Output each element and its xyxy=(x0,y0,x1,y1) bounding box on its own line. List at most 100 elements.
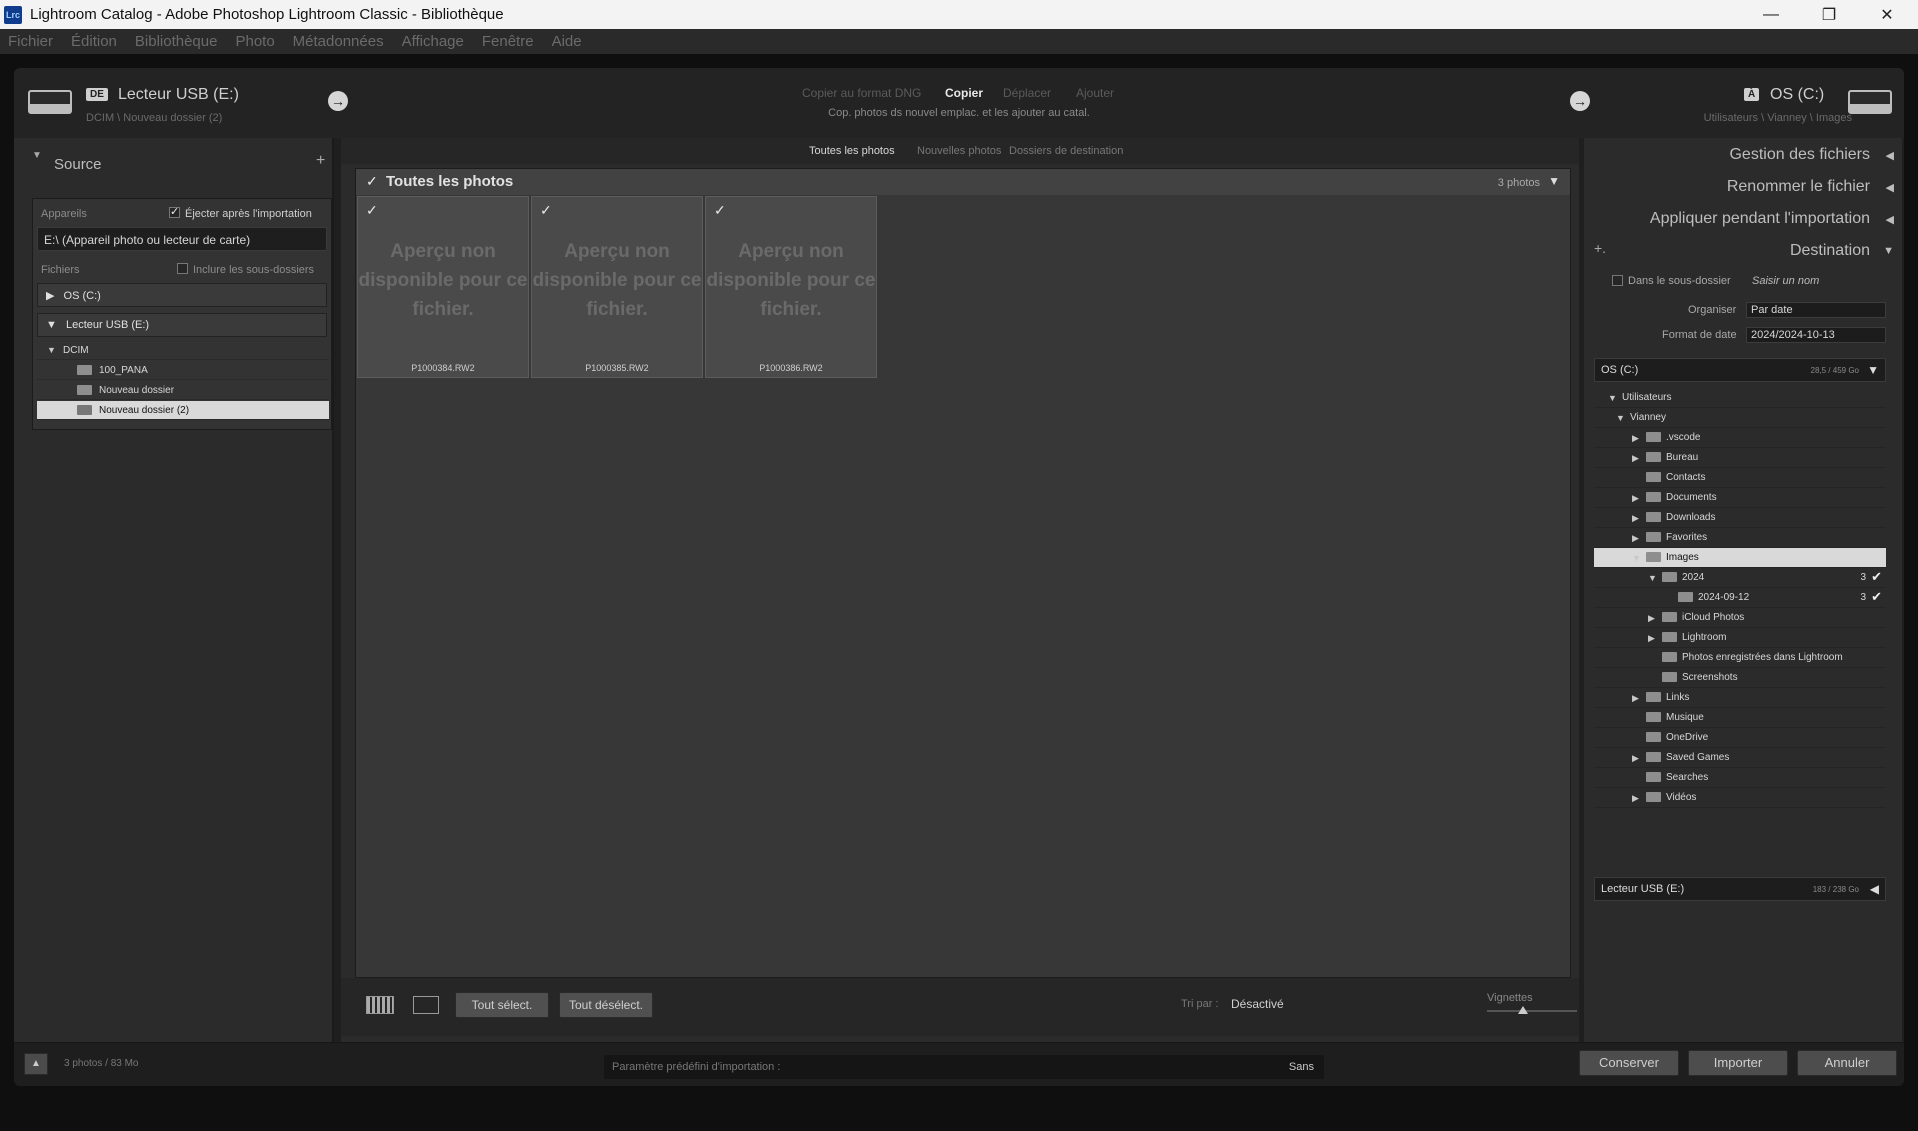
mode-add[interactable]: Ajouter xyxy=(1076,86,1114,100)
tab-new-photos[interactable]: Nouvelles photos xyxy=(917,145,1001,157)
folder-nouveau-dossier[interactable]: Nouveau dossier xyxy=(37,381,329,400)
thumbnail-slider[interactable] xyxy=(1487,1010,1577,1012)
menu-bibliotheque[interactable]: Bibliothèque xyxy=(135,33,218,50)
collapse-triangle-icon[interactable]: ▼ xyxy=(32,150,42,161)
expand-triangle-icon[interactable]: ▶ xyxy=(1648,633,1655,644)
add-folder-icon[interactable]: +. xyxy=(1594,240,1606,256)
restore-icon[interactable]: ❐ xyxy=(1800,0,1858,29)
menu-affichage[interactable]: Affichage xyxy=(402,33,464,50)
minimize-icon[interactable]: — xyxy=(1742,0,1800,29)
volume-usb-e[interactable]: ▼ Lecteur USB (E:) xyxy=(37,313,327,337)
expand-triangle-icon[interactable]: ▶ xyxy=(1632,753,1639,764)
expand-left-triangle-icon[interactable]: ◀ xyxy=(1886,149,1894,162)
dest-folder-row[interactable]: Photos enregistrées dans Lightroom xyxy=(1594,648,1886,668)
collapse-triangle-icon[interactable]: ▼ xyxy=(1632,553,1641,563)
subfolders-checkbox[interactable] xyxy=(177,263,188,274)
expand-left-triangle-icon[interactable]: ◀ xyxy=(1886,213,1894,226)
dest-folder-row[interactable]: ▼ Images xyxy=(1594,548,1886,568)
deselect-all-button[interactable]: Tout désélect. xyxy=(559,992,653,1018)
close-icon[interactable]: ✕ xyxy=(1858,0,1916,29)
eject-checkbox[interactable]: ✓ xyxy=(169,207,180,218)
volume-os-c[interactable]: ▶ OS (C:) xyxy=(37,283,327,307)
tab-all-photos[interactable]: Toutes les photos xyxy=(809,145,895,157)
select-all-checkbox[interactable]: ✓ xyxy=(366,173,378,190)
expand-triangle-icon[interactable]: ▶ xyxy=(1632,513,1639,524)
dest-folder-row[interactable]: ▶ Bureau xyxy=(1594,448,1886,468)
expand-triangle-icon[interactable]: ▶ xyxy=(1632,453,1639,464)
collapse-triangle-icon[interactable]: ▼ xyxy=(1616,413,1625,423)
folder-nouveau-dossier-2[interactable]: Nouveau dossier (2) xyxy=(37,401,329,420)
source-drive-select[interactable]: Lecteur USB (E:) xyxy=(118,86,239,104)
cancel-button[interactable]: Annuler xyxy=(1797,1050,1897,1076)
dest-folder-row[interactable]: Musique xyxy=(1594,708,1886,728)
expand-left-triangle-icon[interactable]: ◀ xyxy=(1886,181,1894,194)
file-handling-header[interactable]: Gestion des fichiers xyxy=(1729,146,1870,164)
dest-folder-row[interactable]: ▶ Vidéos xyxy=(1594,788,1886,808)
dest-folder-row[interactable]: ▶ Documents xyxy=(1594,488,1886,508)
dest-volume-os-c[interactable]: OS (C:) 28,5 / 459 Go ▼ xyxy=(1594,358,1886,382)
dest-folder-row[interactable]: ▶ Downloads xyxy=(1594,508,1886,528)
keep-button[interactable]: Conserver xyxy=(1579,1050,1679,1076)
destination-header[interactable]: Destination xyxy=(1790,242,1870,260)
expand-up-icon[interactable]: ▲ xyxy=(24,1053,48,1075)
sort-triangle-icon[interactable]: ▼ xyxy=(1548,174,1560,188)
expand-triangle-icon[interactable]: ▶ xyxy=(1632,693,1639,704)
slider-handle-icon[interactable] xyxy=(1518,1006,1528,1014)
dest-folder-row[interactable]: Screenshots xyxy=(1594,668,1886,688)
dest-volume-usb-e[interactable]: Lecteur USB (E:) 183 / 238 Go ◀ xyxy=(1594,877,1886,901)
dest-folder-row[interactable]: ▼ Vianney xyxy=(1594,408,1886,428)
menu-photo[interactable]: Photo xyxy=(235,33,274,50)
dest-folder-row[interactable]: 2024-09-12 3 ✔ xyxy=(1594,588,1886,608)
mode-move[interactable]: Déplacer xyxy=(1003,86,1051,100)
menu-fenetre[interactable]: Fenêtre xyxy=(482,33,534,50)
photo-checkbox[interactable]: ✓ xyxy=(540,202,552,219)
photo-checkbox[interactable]: ✓ xyxy=(714,202,726,219)
menu-edition[interactable]: Édition xyxy=(71,33,117,50)
dest-folder-row[interactable]: ▼ 2024 3 ✔ xyxy=(1594,568,1886,588)
dest-folder-row[interactable]: ▼ Utilisateurs xyxy=(1594,388,1886,408)
mode-dng[interactable]: Copier au format DNG xyxy=(802,86,921,100)
tab-destination-folders[interactable]: Dossiers de destination xyxy=(1009,145,1123,157)
dest-folder-row[interactable]: ▶ iCloud Photos xyxy=(1594,608,1886,628)
dest-folder-row[interactable]: OneDrive xyxy=(1594,728,1886,748)
menu-metadonnees[interactable]: Métadonnées xyxy=(293,33,384,50)
expand-triangle-icon[interactable]: ▶ xyxy=(1648,613,1655,624)
photo-thumbnail[interactable]: ✓ Aperçu non disponible pour ce fichier.… xyxy=(531,196,703,378)
photo-thumbnail[interactable]: ✓ Aperçu non disponible pour ce fichier.… xyxy=(357,196,529,378)
folder-dcim[interactable]: ▼ DCIM xyxy=(37,341,329,360)
subfolder-checkbox[interactable] xyxy=(1612,275,1623,286)
add-source-icon[interactable]: + xyxy=(316,152,325,170)
rename-header[interactable]: Renommer le fichier xyxy=(1727,178,1870,196)
preset-select[interactable]: Sans xyxy=(1289,1061,1314,1073)
expand-triangle-icon[interactable]: ▶ xyxy=(1632,533,1639,544)
dest-folder-row[interactable]: ▶ .vscode xyxy=(1594,428,1886,448)
expand-triangle-icon[interactable]: ▶ xyxy=(1632,433,1639,444)
menu-fichier[interactable]: Fichier xyxy=(8,33,53,50)
dest-folder-row[interactable]: Contacts xyxy=(1594,468,1886,488)
loupe-view-icon[interactable] xyxy=(413,996,439,1014)
photo-thumbnail[interactable]: ✓ Aperçu non disponible pour ce fichier.… xyxy=(705,196,877,378)
apply-header[interactable]: Appliquer pendant l'importation xyxy=(1650,210,1870,228)
collapse-triangle-icon[interactable]: ▼ xyxy=(1648,573,1657,583)
photo-checkbox[interactable]: ✓ xyxy=(366,202,378,219)
dest-folder-row[interactable]: ▶ Links xyxy=(1594,688,1886,708)
collapse-triangle-icon[interactable]: ▼ xyxy=(1883,245,1894,257)
dest-drive-select[interactable]: OS (C:) xyxy=(1770,86,1824,104)
mode-copy[interactable]: Copier xyxy=(945,86,983,100)
select-all-button[interactable]: Tout sélect. xyxy=(455,992,549,1018)
dest-folder-row[interactable]: ▶ Saved Games xyxy=(1594,748,1886,768)
grid-view-icon[interactable] xyxy=(366,996,394,1014)
organize-select[interactable]: Par date xyxy=(1746,302,1886,318)
dest-folder-row[interactable]: ▶ Lightroom xyxy=(1594,628,1886,648)
expand-triangle-icon[interactable]: ▶ xyxy=(1632,493,1639,504)
device-card-reader[interactable]: E:\ (Appareil photo ou lecteur de carte) xyxy=(37,227,327,251)
dest-folder-row[interactable]: Searches xyxy=(1594,768,1886,788)
import-button[interactable]: Importer xyxy=(1688,1050,1788,1076)
menu-aide[interactable]: Aide xyxy=(552,33,582,50)
sort-select[interactable]: Désactivé xyxy=(1231,997,1284,1011)
expand-triangle-icon[interactable]: ▶ xyxy=(1632,793,1639,804)
dest-folder-row[interactable]: ▶ Favorites xyxy=(1594,528,1886,548)
subfolder-input[interactable]: Saisir un nom xyxy=(1752,275,1819,287)
date-format-select[interactable]: 2024/2024-10-13 xyxy=(1746,327,1886,343)
folder-100-pana[interactable]: 100_PANA xyxy=(37,361,329,380)
